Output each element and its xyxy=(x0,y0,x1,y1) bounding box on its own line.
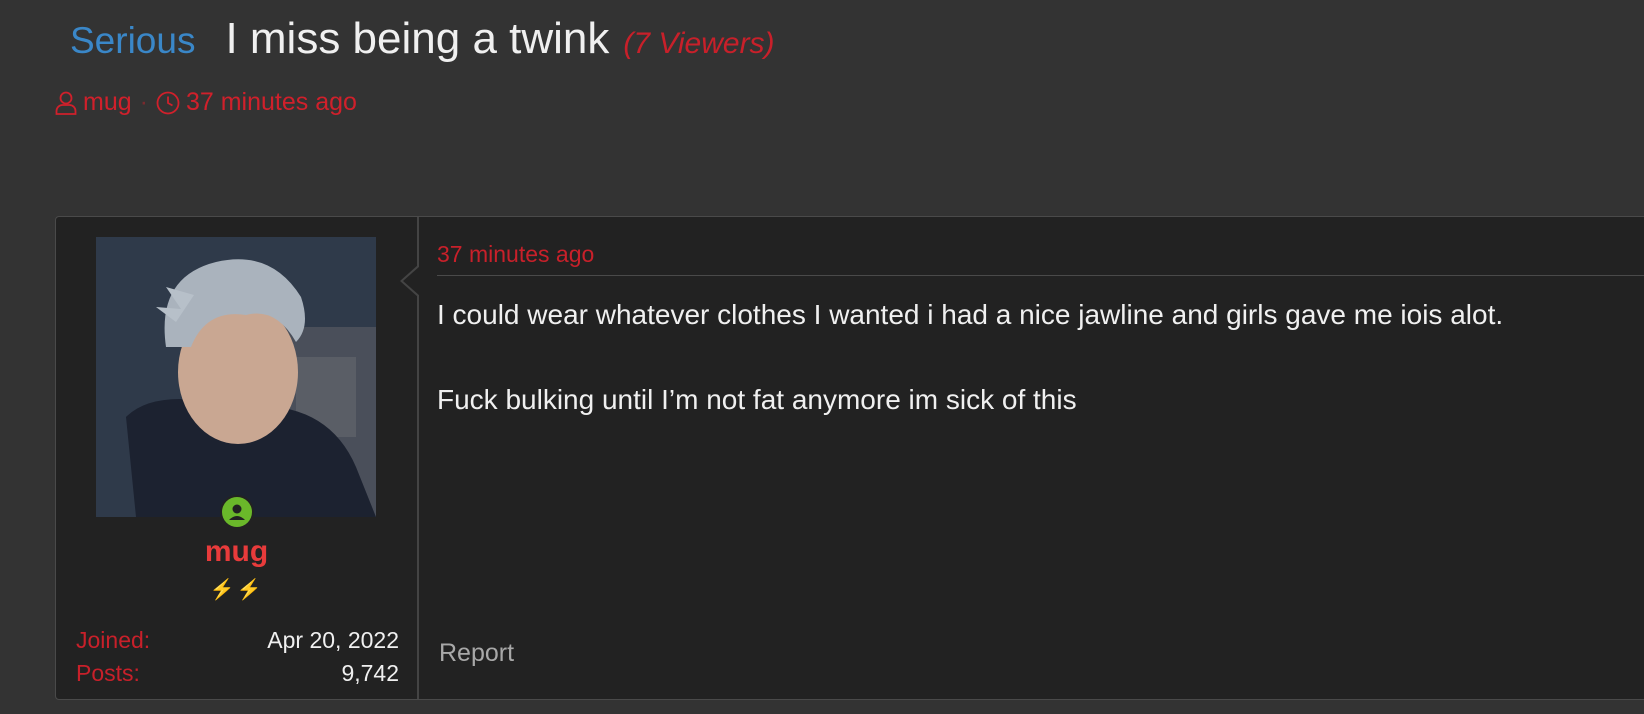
post-message: 37 minutes ago I could wear whatever clo… xyxy=(437,217,1644,699)
viewer-count: (7 Viewers) xyxy=(623,27,775,60)
post-body: I could wear whatever clothes I wanted i… xyxy=(437,299,1503,469)
user-icon xyxy=(55,91,77,115)
post-body-line: I could wear whatever clothes I wanted i… xyxy=(437,299,1504,330)
post-user-panel: mug ⚡⚡ Joined: Apr 20, 2022 Posts: 9,742 xyxy=(56,217,419,699)
online-status-icon xyxy=(220,495,254,529)
post: mug ⚡⚡ Joined: Apr 20, 2022 Posts: 9,742… xyxy=(55,216,1644,700)
posts-stat: Posts: 9,742 xyxy=(76,660,399,687)
thread-prefix-link[interactable]: Serious xyxy=(70,20,195,62)
user-badges: ⚡⚡ xyxy=(209,579,264,601)
joined-stat: Joined: Apr 20, 2022 xyxy=(76,627,399,654)
post-date-link[interactable]: 37 minutes ago xyxy=(437,241,594,268)
thread-author-link[interactable]: mug xyxy=(83,88,132,117)
posts-value: 9,742 xyxy=(341,660,399,686)
report-link[interactable]: Report xyxy=(439,639,514,668)
joined-label: Joined: xyxy=(76,627,151,653)
posts-label: Posts: xyxy=(76,660,140,686)
thread-meta: mug · 37 minutes ago xyxy=(55,88,357,117)
meta-separator: · xyxy=(139,88,148,116)
post-username-link[interactable]: mug xyxy=(56,535,417,569)
joined-value: Apr 20, 2022 xyxy=(267,627,399,653)
post-divider xyxy=(437,275,1644,276)
thread-header: Serious I miss being a twink (7 Viewers) xyxy=(70,14,775,64)
clock-icon xyxy=(156,91,180,115)
thread-title: I miss being a twink xyxy=(225,14,610,63)
avatar[interactable] xyxy=(96,237,376,517)
post-body-line: Fuck bulking until I’m not fat anymore i… xyxy=(437,384,1077,415)
speech-arrow-inner xyxy=(403,266,420,296)
thread-time-link[interactable]: 37 minutes ago xyxy=(186,88,357,117)
